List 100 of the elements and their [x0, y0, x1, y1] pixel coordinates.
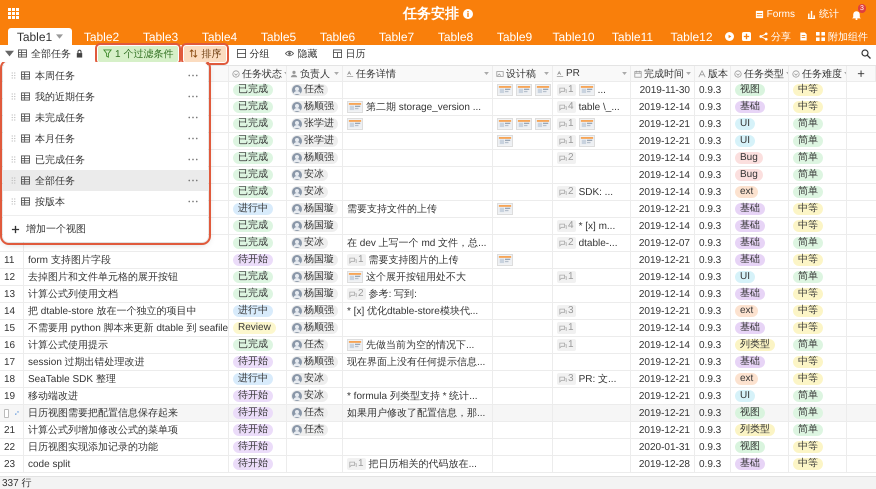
date-text: 2019-12-21: [638, 204, 690, 214]
status-tag: 已完成: [233, 118, 273, 130]
status-tag: 已完成: [233, 135, 273, 147]
drag-handle-icon[interactable]: [11, 134, 16, 143]
status-tag: 待开始: [233, 390, 273, 402]
difficulty-tag: 简单: [793, 424, 823, 436]
version-text: 0.9.3: [699, 170, 722, 180]
row-checkbox[interactable]: [4, 408, 10, 418]
difficulty-tag: 简单: [793, 271, 823, 283]
type-tag: UI: [735, 271, 755, 283]
column-header[interactable]: PR: [553, 66, 631, 81]
assignee-name: 杨顺强: [304, 152, 334, 164]
assignee-name: 杨国璇: [304, 203, 334, 215]
view-item[interactable]: 我的近期任务: [3, 86, 208, 107]
view-item[interactable]: 按版本: [3, 191, 208, 212]
document-icon[interactable]: [799, 32, 808, 41]
type-tag: 列类型: [735, 339, 775, 351]
expand-icon[interactable]: [15, 409, 19, 417]
status-tag: 待开始: [233, 356, 273, 368]
bell-icon[interactable]: [851, 8, 862, 20]
column-header[interactable]: 完成时间: [631, 66, 695, 81]
calendar-button[interactable]: 日历: [328, 46, 370, 62]
search-icon[interactable]: [861, 48, 871, 58]
view-item[interactable]: 已完成任务: [3, 149, 208, 170]
difficulty-tag: 简单: [793, 118, 823, 130]
drag-handle-icon[interactable]: [11, 155, 16, 164]
drag-handle-icon[interactable]: [11, 71, 16, 80]
comment-icon: [559, 324, 567, 332]
assignee-name: 安冰: [304, 237, 324, 249]
table-icon: [21, 92, 30, 101]
info-icon[interactable]: [463, 9, 473, 19]
assignee-name: 杨顺强: [304, 101, 334, 113]
type-tag: ext: [735, 305, 758, 317]
status-tag: 待开始: [233, 254, 273, 266]
view-item[interactable]: 未完成任务: [3, 107, 208, 128]
apps-grid-icon[interactable]: [8, 8, 20, 20]
comment-icon: [559, 376, 567, 382]
detail-text: 先做当前为空的情况下...: [366, 338, 474, 352]
status-tag: 进行中: [233, 305, 273, 317]
text-icon: [556, 70, 564, 78]
comment-icon: [349, 290, 357, 298]
view-name: 本周任务: [35, 70, 76, 82]
add-view-button[interactable]: 增加一个视图: [3, 219, 94, 239]
view-item[interactable]: 本月任务: [3, 128, 208, 149]
comment-count: 2: [358, 288, 364, 300]
version-text: 0.9.3: [699, 424, 722, 436]
column-header[interactable]: 任务状态: [229, 66, 287, 81]
assignee-name: 杨国璇: [304, 254, 334, 266]
column-header[interactable]: 版本: [695, 66, 731, 81]
view-item[interactable]: 本周任务: [3, 65, 208, 86]
drag-handle-icon[interactable]: [11, 92, 16, 101]
task-title: 计算公式列使用文档: [28, 288, 118, 301]
group-button[interactable]: 分组: [232, 46, 274, 62]
table-tab[interactable]: Table1: [8, 28, 72, 45]
column-header[interactable]: 任务类型: [731, 66, 789, 81]
difficulty-tag: 中等: [793, 305, 823, 317]
comment-count: 3: [568, 373, 574, 385]
view-selector[interactable]: 全部任务: [5, 46, 84, 60]
sort-button[interactable]: 排序: [184, 46, 226, 62]
caret-icon: [5, 49, 14, 58]
task-title: 不需要用 python 脚本来更新 dtable 到 seafile: [28, 322, 228, 335]
more-icon[interactable]: [188, 200, 198, 203]
column-header[interactable]: 任务难度: [789, 66, 847, 81]
form-icon: [754, 10, 764, 18]
type-tag: Bug: [735, 152, 763, 164]
row-number: 14: [4, 306, 16, 316]
column-header[interactable]: 设计稿: [493, 66, 553, 81]
drag-handle-icon[interactable]: [11, 197, 16, 206]
hide-button[interactable]: 隐藏: [280, 46, 322, 62]
assignee-name: 杨国璇: [304, 288, 334, 300]
more-icon[interactable]: [188, 74, 198, 77]
text-icon: [346, 70, 354, 78]
comment-icon: [559, 274, 567, 280]
drag-handle-icon[interactable]: [11, 113, 16, 122]
row-number: 22: [4, 442, 16, 452]
play-icon[interactable]: [725, 32, 734, 41]
assignee-name: 张学进: [304, 118, 334, 130]
add-column-button[interactable]: +: [847, 66, 876, 81]
comment-count: 1: [568, 84, 574, 96]
more-icon[interactable]: [188, 95, 198, 98]
task-title: 计算公式使用提示: [28, 338, 108, 352]
add-icon[interactable]: [742, 32, 751, 41]
assignee-name: 任杰: [304, 84, 324, 96]
more-icon[interactable]: [188, 158, 198, 161]
column-header[interactable]: 任务详情: [343, 66, 493, 81]
version-text: 0.9.3: [699, 118, 722, 130]
row-number: 15: [4, 322, 16, 334]
more-icon[interactable]: [188, 116, 198, 119]
version-text: 0.9.3: [699, 136, 722, 146]
column-header[interactable]: 负责人: [287, 66, 343, 81]
more-icon[interactable]: [188, 137, 198, 140]
view-item[interactable]: 全部任务: [3, 170, 208, 191]
task-title: 计算公式列增加修改公式的菜单项: [28, 424, 178, 437]
detail-text: 这个展开按钮用处不大: [366, 270, 466, 284]
view-name: 未完成任务: [35, 112, 86, 124]
drag-handle-icon[interactable]: [11, 176, 16, 185]
filter-button[interactable]: 1 个过滤条件: [98, 46, 178, 62]
more-icon[interactable]: [188, 179, 198, 182]
assignee-name: 安冰: [304, 186, 324, 198]
comment-count: 4: [568, 101, 574, 113]
